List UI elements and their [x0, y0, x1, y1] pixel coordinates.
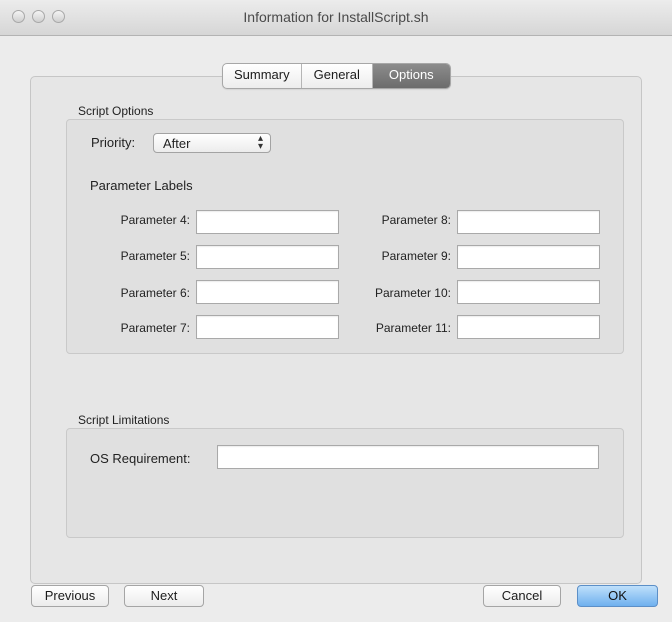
- tab-general[interactable]: General: [302, 64, 373, 88]
- parameter-9-field[interactable]: [457, 245, 600, 269]
- next-button[interactable]: Next: [124, 585, 204, 607]
- tab-options[interactable]: Options: [372, 64, 450, 88]
- parameter-11-field[interactable]: [457, 315, 600, 339]
- window: Information for InstallScript.sh Summary…: [0, 0, 672, 622]
- os-requirement-field[interactable]: [217, 445, 599, 469]
- parameter-4-field[interactable]: [196, 210, 339, 234]
- script-limitations-label: Script Limitations: [78, 413, 170, 427]
- ok-button[interactable]: OK: [577, 585, 658, 607]
- os-requirement-label: OS Requirement:: [90, 451, 191, 466]
- script-options-label: Script Options: [78, 104, 154, 118]
- parameter-5-label: Parameter 5:: [120, 249, 190, 263]
- parameter-10-label: Parameter 10:: [374, 286, 451, 300]
- parameter-11-label: Parameter 11:: [375, 321, 451, 335]
- previous-button[interactable]: Previous: [31, 585, 109, 607]
- priority-label: Priority:: [91, 135, 136, 150]
- parameter-8-field[interactable]: [457, 210, 600, 234]
- parameter-5-field[interactable]: [196, 245, 339, 269]
- cancel-button[interactable]: Cancel: [483, 585, 561, 607]
- tab-summary[interactable]: Summary: [223, 64, 302, 88]
- parameter-labels-heading: Parameter Labels: [90, 178, 193, 193]
- priority-value: After: [163, 136, 191, 151]
- parameter-10-field[interactable]: [457, 280, 600, 304]
- parameter-4-label: Parameter 4:: [120, 213, 190, 227]
- priority-popup[interactable]: After ▴ ▾: [153, 133, 271, 153]
- tab-bar: Summary General Options: [222, 63, 451, 89]
- parameter-7-label: Parameter 7:: [120, 321, 190, 335]
- parameter-6-label: Parameter 6:: [120, 286, 190, 300]
- parameter-7-field[interactable]: [196, 315, 339, 339]
- title-bar: Information for InstallScript.sh: [0, 0, 672, 36]
- parameter-9-label: Parameter 9:: [381, 249, 451, 263]
- up-down-arrows-icon: ▴ ▾: [257, 133, 263, 152]
- parameter-8-label: Parameter 8:: [381, 213, 451, 227]
- window-title: Information for InstallScript.sh: [243, 9, 429, 25]
- parameter-6-field[interactable]: [196, 280, 339, 304]
